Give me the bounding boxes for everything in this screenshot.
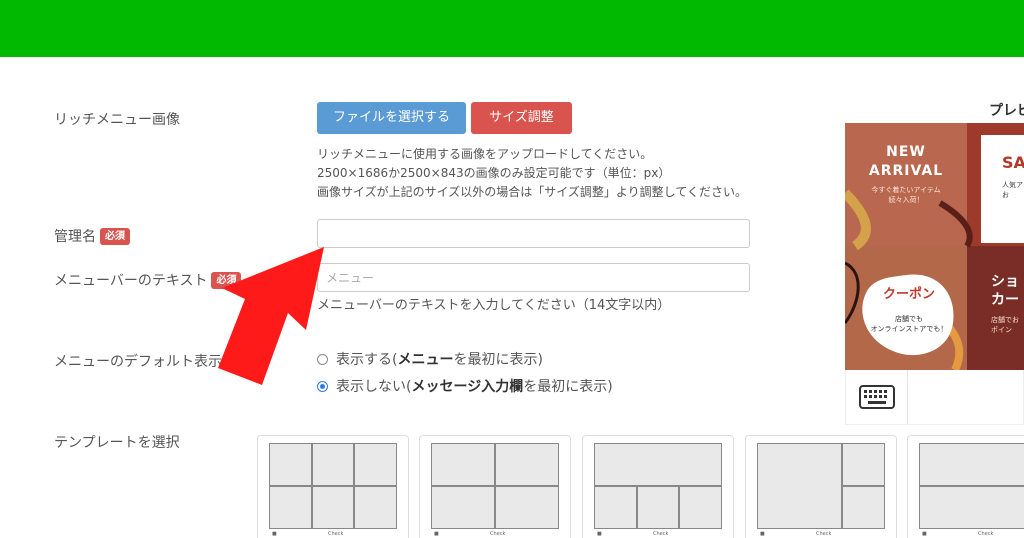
menubar-text-input[interactable] xyxy=(317,263,750,292)
panel-coupon: クーポン 店舗でも オンラインストアでも！ xyxy=(859,283,959,334)
template-check-text: Check xyxy=(490,531,506,537)
image-help-text: リッチメニューに使用する画像をアップロードしてください。 2500×1686か2… xyxy=(317,145,747,202)
shop-sub: 店舗でお xyxy=(991,316,1019,324)
default-display-label: メニューのデフォルト表示 xyxy=(54,354,222,370)
new-arrival-sub: 続々入荷！ xyxy=(888,196,924,204)
template-radio-icon: ■ xyxy=(760,531,765,537)
template-radio-icon: ■ xyxy=(922,531,927,537)
radio-hide-prefix: 表示しない( xyxy=(336,379,412,395)
template-option[interactable]: ■ Check xyxy=(419,435,571,538)
template-layout-6 xyxy=(269,443,397,529)
template-layout-2 xyxy=(919,443,1024,529)
coupon-sub: 店舗でも xyxy=(895,315,923,323)
new-arrival-line: NEW xyxy=(886,144,926,160)
radio-show-bold: メニュー xyxy=(397,352,454,368)
sale-sub: お xyxy=(1002,191,1009,199)
radio-show-menu[interactable]: 表示する(メニュー を最初に表示) xyxy=(317,349,543,369)
template-option[interactable]: ■ Check xyxy=(745,435,897,538)
required-badge: 必須 xyxy=(211,272,242,289)
management-name-label-text: 管理名 xyxy=(54,229,96,245)
top-header-bar xyxy=(0,0,1024,57)
template-radio-icon: ■ xyxy=(597,531,602,537)
image-help-line: 画像サイズが上記のサイズ以外の場合は「サイズ調整」より調整してください。 xyxy=(317,185,747,199)
radio-hide-bold: メッセージ入力欄 xyxy=(411,379,524,395)
template-option[interactable]: ■ Check xyxy=(907,435,1024,538)
image-help-line: リッチメニューに使用する画像をアップロードしてください。 xyxy=(317,147,653,161)
radio-hide-menu[interactable]: 表示しない(メッセージ入力欄 を最初に表示) xyxy=(317,376,613,396)
radio-hide-button[interactable] xyxy=(317,380,328,392)
template-option[interactable]: ■ Check xyxy=(582,435,734,538)
template-check-text: Check xyxy=(978,531,994,537)
template-layout-1-2 xyxy=(757,443,885,529)
preview-title: プレビュー xyxy=(989,103,1024,119)
radio-hide-suffix: を最初に表示) xyxy=(523,379,613,395)
panel-shop: ショ カー 店舗でお ポイン xyxy=(991,273,1024,335)
template-check-text: Check xyxy=(328,531,344,537)
select-file-button[interactable]: ファイルを選択する xyxy=(317,102,466,134)
shop-title: カー xyxy=(991,292,1019,308)
template-radio-icon: ■ xyxy=(434,531,439,537)
menubar-text-label: メニューバーのテキスト 必須 xyxy=(54,270,242,290)
shop-sub: ポイン xyxy=(991,326,1012,334)
radio-show-suffix: を最初に表示) xyxy=(453,352,543,368)
template-check-text: Check xyxy=(816,531,832,537)
rich-menu-preview: NEW ARRIVAL 今すぐ着たいアイテム 続々入荷！ SA 人気ア お クー… xyxy=(845,123,1024,425)
management-name-input[interactable] xyxy=(317,219,750,248)
panel-sale: SA 人気ア お xyxy=(1002,153,1024,200)
template-select-label: テンプレートを選択 xyxy=(54,435,180,451)
radio-show-prefix: 表示する( xyxy=(336,352,398,368)
management-name-label: 管理名 必須 xyxy=(54,226,130,246)
sale-sub: 人気ア xyxy=(1002,181,1023,189)
template-layout-1-3 xyxy=(594,443,722,529)
coupon-title: クーポン xyxy=(882,287,935,302)
template-radio-icon: ■ xyxy=(272,531,277,537)
radio-show-button[interactable] xyxy=(317,353,328,365)
sale-title: SA xyxy=(1002,153,1024,172)
rich-menu-image-label: リッチメニュー画像 xyxy=(54,112,180,128)
new-arrival-sub: 今すぐ着たいアイテム xyxy=(871,186,941,194)
shop-title: ショ xyxy=(991,274,1019,290)
image-help-line: 2500×1686か2500×843の画像のみ設定可能です（単位：px） xyxy=(317,166,671,180)
preview-menu-bar xyxy=(845,370,1024,425)
resize-button[interactable]: サイズ調整 xyxy=(471,102,572,134)
rich-menu-preview-image: NEW ARRIVAL 今すぐ着たいアイテム 続々入荷！ SA 人気ア お クー… xyxy=(845,123,1024,370)
menubar-text-help: メニューバーのテキストを入力してください（14文字以内） xyxy=(317,298,671,313)
template-option[interactable]: ■ Check xyxy=(257,435,409,538)
required-badge: 必須 xyxy=(100,228,130,245)
new-arrival-line: ARRIVAL xyxy=(868,163,944,179)
keyboard-icon xyxy=(846,370,908,424)
menubar-text-label-text: メニューバーのテキスト xyxy=(54,273,208,289)
template-check-text: Check xyxy=(653,531,669,537)
template-layout-4 xyxy=(431,443,559,529)
panel-new-arrival: NEW ARRIVAL 今すぐ着たいアイテム 続々入荷！ xyxy=(845,143,967,205)
coupon-sub: オンラインストアでも！ xyxy=(870,325,948,333)
